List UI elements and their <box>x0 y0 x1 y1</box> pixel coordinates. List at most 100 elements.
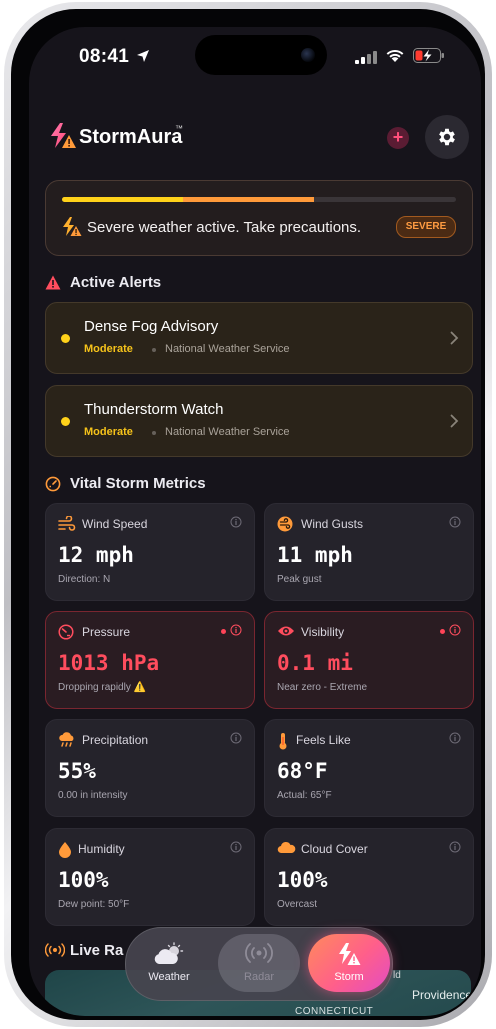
metric-subtext: Near zero - Extreme <box>277 682 368 693</box>
metric-label: Wind Gusts <box>301 517 364 531</box>
speedometer-icon <box>45 476 61 492</box>
separator-dot <box>152 431 156 435</box>
info-icon[interactable] <box>449 516 461 528</box>
tab-storm[interactable]: Storm <box>308 934 390 992</box>
storm-warning-icon <box>63 217 82 236</box>
metric-subtext: Actual: 65°F <box>277 790 332 801</box>
tab-label: Radar <box>244 971 274 983</box>
trademark: ™ <box>175 124 183 133</box>
chevron-right-icon <box>450 331 459 345</box>
warning-triangle-icon <box>45 275 61 290</box>
gear-icon <box>439 128 455 146</box>
alert-severity-dot <box>61 334 70 343</box>
droplet-icon <box>59 842 71 858</box>
metric-value: 68°F <box>277 759 328 783</box>
metric-label: Precipitation <box>82 733 149 747</box>
metric-subtext: Peak gust <box>277 574 322 585</box>
rain-cloud-icon <box>59 732 74 747</box>
metric-value: 11 mph <box>277 543 353 567</box>
metric-card-wind-speed[interactable]: Wind Speed 12 mph Direction: N <box>45 503 255 601</box>
map-label: ld <box>393 970 401 981</box>
partly-cloudy-icon <box>154 942 184 964</box>
info-icon[interactable] <box>449 624 461 636</box>
location-arrow-icon <box>137 50 149 62</box>
alert-severity: Moderate <box>84 343 133 355</box>
severity-badge: SEVERE <box>396 216 456 238</box>
wifi-icon <box>386 49 404 62</box>
alert-title: Dense Fog Advisory <box>84 318 219 335</box>
info-icon[interactable] <box>449 841 461 853</box>
metric-subtext: Overcast <box>277 899 318 910</box>
metric-label: Visibility <box>301 625 345 639</box>
alert-card-thunderstorm[interactable]: Thunderstorm Watch Moderate National Wea… <box>45 385 473 457</box>
gust-icon <box>277 516 293 532</box>
info-icon[interactable] <box>230 624 242 636</box>
wind-icon <box>58 516 76 531</box>
tab-label: Weather <box>148 971 190 983</box>
alert-indicator-dot <box>221 629 226 634</box>
metric-card-visibility[interactable]: Visibility 0.1 mi Near zero - Extreme <box>264 611 474 709</box>
alert-indicator-dot <box>440 629 445 634</box>
metric-value: 100% <box>277 868 328 892</box>
alert-source: National Weather Service <box>165 426 290 438</box>
metric-value: 1013 hPa <box>58 651 160 675</box>
metric-label: Wind Speed <box>82 517 148 531</box>
metric-label: Feels Like <box>296 733 351 747</box>
metric-subtext: 0.00 in intensity <box>58 790 128 801</box>
banner-message: Severe weather active. Take precautions. <box>87 219 362 236</box>
info-icon[interactable] <box>230 516 242 528</box>
camera-icon <box>301 48 315 62</box>
alert-severity: Moderate <box>84 426 133 438</box>
gauge-icon <box>58 624 74 640</box>
map-label-connecticut: CONNECTICUT <box>295 1006 374 1016</box>
metric-card-cloud-cover[interactable]: Cloud Cover 100% Overcast <box>264 828 474 926</box>
storm-logo-icon <box>51 123 76 148</box>
dynamic-island <box>195 35 327 75</box>
app-header: StormAura ™ + <box>49 114 469 160</box>
metric-card-feels-like[interactable]: Feels Like 68°F Actual: 65°F <box>264 719 474 817</box>
tab-weather[interactable]: Weather <box>128 934 210 992</box>
metric-subtext: Direction: N <box>58 574 111 585</box>
app-title: StormAura <box>79 126 183 148</box>
info-icon[interactable] <box>449 732 461 744</box>
separator-dot <box>152 348 156 352</box>
storm-warning-icon <box>339 943 361 965</box>
phone-bezel: 08:41 StormAura ™ + Severe weather activ… <box>11 9 485 1020</box>
alert-source: National Weather Service <box>165 343 290 355</box>
metric-value: 0.1 mi <box>277 651 353 675</box>
alert-title: Thunderstorm Watch <box>84 401 224 418</box>
metric-card-precipitation[interactable]: Precipitation 55% 0.00 in intensity <box>45 719 255 817</box>
chevron-right-icon <box>450 414 459 428</box>
add-button[interactable]: + <box>387 127 409 149</box>
map-label-providence: Providence <box>412 988 471 1002</box>
severe-weather-banner: Severe weather active. Take precautions.… <box>45 180 473 256</box>
battery-charging-icon <box>413 48 444 63</box>
metric-subtext: Dropping rapidly ⚠️ <box>58 682 147 693</box>
metric-card-wind-gusts[interactable]: Wind Gusts 11 mph Peak gust <box>264 503 474 601</box>
metric-card-humidity[interactable]: Humidity 100% Dew point: 50°F <box>45 828 255 926</box>
metric-value: 100% <box>58 868 109 892</box>
app-screen: 08:41 StormAura ™ + Severe weather activ… <box>29 27 481 1016</box>
thermometer-icon <box>279 733 287 750</box>
severity-progress-bar <box>62 197 456 202</box>
metric-label: Humidity <box>78 842 125 856</box>
radar-waves-icon <box>245 943 273 963</box>
broadcast-icon <box>45 943 65 957</box>
severity-progress-fill <box>62 197 315 202</box>
metric-label: Cloud Cover <box>301 842 368 856</box>
tab-label: Storm <box>334 971 364 983</box>
status-time: 08:41 <box>79 46 130 67</box>
phone-frame: 08:41 StormAura ™ + Severe weather activ… <box>4 2 492 1027</box>
alert-severity-dot <box>61 417 70 426</box>
metric-value: 12 mph <box>58 543 134 567</box>
alert-card-dense-fog[interactable]: Dense Fog Advisory Moderate National Wea… <box>45 302 473 374</box>
cellular-signal-icon <box>355 51 377 64</box>
bottom-tab-bar: Weather Radar Storm <box>125 927 393 1001</box>
cloud-icon <box>277 841 296 854</box>
metric-label: Pressure <box>82 625 131 639</box>
info-icon[interactable] <box>230 841 242 853</box>
tab-radar[interactable]: Radar <box>218 934 300 992</box>
info-icon[interactable] <box>230 732 242 744</box>
metric-card-pressure[interactable]: Pressure 1013 hPa Dropping rapidly ⚠️ <box>45 611 255 709</box>
settings-button[interactable] <box>425 115 469 159</box>
